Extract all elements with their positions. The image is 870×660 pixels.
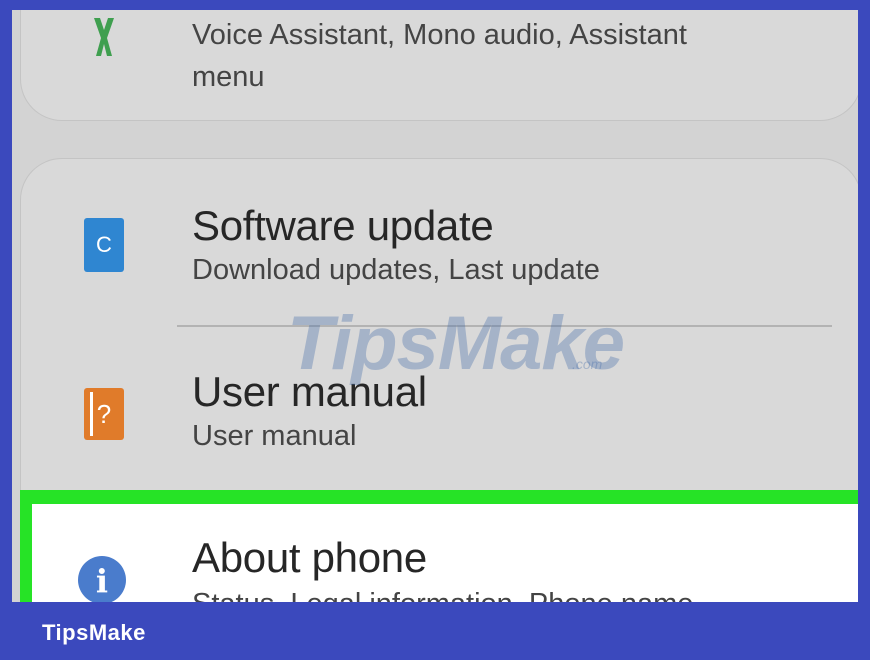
user-manual-subtitle: User manual: [192, 420, 357, 452]
software-update-title[interactable]: Software update: [192, 202, 494, 250]
accessibility-subtitle: Voice Assistant, Mono audio, Assistant m…: [192, 19, 687, 93]
software-update-subtitle: Download updates, Last update: [192, 254, 600, 286]
settings-screen: Voice Assistant, Mono audio, Assistant m…: [12, 10, 858, 602]
accessibility-icon: [94, 18, 114, 56]
footer-brand: TipsMake: [42, 620, 146, 645]
about-phone-subtitle: Status, Legal information, Phone name: [192, 588, 693, 602]
watermark-suffix: .com: [572, 356, 603, 372]
about-phone-title[interactable]: About phone: [192, 534, 427, 582]
user-manual-icon: ?: [84, 388, 124, 440]
watermark-logo: TipsMake: [287, 301, 625, 386]
info-icon: i: [78, 556, 126, 602]
software-update-icon: C: [84, 218, 124, 272]
